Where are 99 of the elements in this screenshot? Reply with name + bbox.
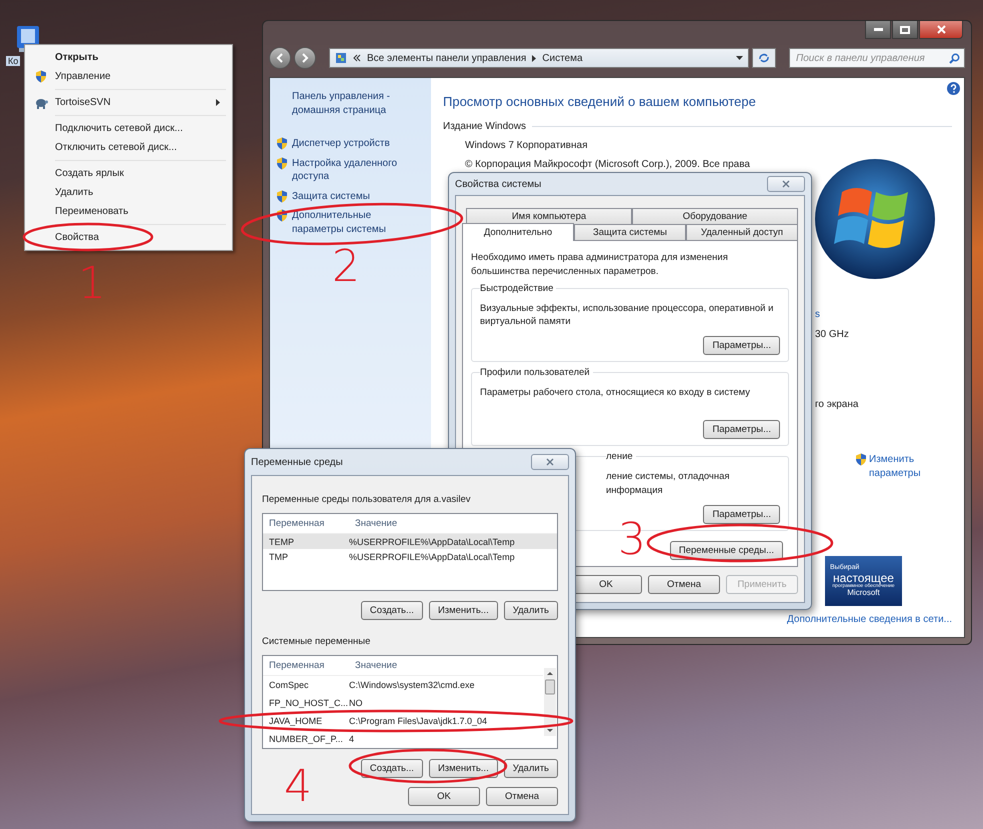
annotation-number: 2 [332,245,360,289]
group-description: Параметры рабочего стола, относящиеся ко входу в систему [480,386,752,400]
sidebar-link[interactable]: Диспетчер устройств [292,137,390,150]
variable-row[interactable]: JAVA_HOME C:\Program Files\Java\jdk1.7.0_04 [263,712,543,730]
menu-item[interactable]: Свойства [27,228,230,247]
submenu-arrow-icon [216,99,220,106]
menu-item[interactable]: Открыть [27,48,230,67]
column-header[interactable]: Переменная [263,518,349,529]
edition-text: © Корпорация Майкрософт (Microsoft Corp.), 2009. Все права [465,159,751,170]
search-icon [949,52,960,64]
dialog-button[interactable]: Отмена [486,787,558,806]
list-button[interactable]: Изменить... [428,601,498,620]
desktop-icon-label[interactable]: Ко [6,56,20,66]
settings-button[interactable]: Параметры... [703,336,780,356]
change-settings-link[interactable]: Изменить параметры [869,453,929,480]
dropdown-arrow-icon[interactable] [736,56,743,60]
sidebar-link[interactable]: Настройка удаленного доступа [292,156,425,184]
breadcrumb[interactable]: Все элементы панели управления [367,52,526,64]
back-button[interactable] [269,47,291,69]
more-info-link[interactable]: Дополнительные сведения в сети... [787,614,952,625]
page-heading: Просмотр основных сведений о вашем компьютере [443,94,757,109]
group-title: Профили пользователей [480,367,593,378]
annotation-number: 3 [618,518,646,562]
variable-row[interactable]: NUMBER_OF_P... 4 [263,730,543,748]
sidebar-link[interactable]: Защита системы [292,190,370,203]
variable-row[interactable]: ComSpec C:\Windows\system32\cmd.exe [263,676,543,694]
column-header[interactable]: Значение [349,518,557,529]
edition-text: Windows 7 Корпоративная [465,140,588,151]
refresh-icon [758,53,770,63]
minimize-button[interactable] [865,21,891,39]
address-bar[interactable]: Все элементы панели управления Система [329,48,749,68]
control-panel-icon [335,52,347,64]
list-button[interactable]: Изменить... [428,759,498,778]
menu-item[interactable]: Управление [27,67,230,86]
menu-item[interactable]: Переименовать [27,202,230,221]
list-button[interactable]: Удалить [504,601,558,620]
home-link[interactable]: Панель управления - домашняя страница [276,90,425,117]
variable-row[interactable]: TEMP %USERPROFILE%\AppData\Local\Temp [263,534,557,549]
dialog-button[interactable]: OK [408,787,480,806]
dialog-button[interactable]: Отмена [648,575,720,594]
menu-item[interactable]: Удалить [27,183,230,202]
close-icon [936,25,946,34]
info-text: го экрана [815,398,860,412]
group-description: ление системы, отладочная информация [606,470,731,497]
maximize-icon [900,26,910,34]
dialog-title: Свойства системы [455,178,542,190]
banner-text: Microsoft [847,589,880,598]
close-icon [546,458,554,466]
settings-button[interactable]: Параметры... [703,505,780,524]
group-description: Визуальные эффекты, использование процессора, оперативной и виртуальной памяти [480,302,774,328]
info-text: 30 GHz [815,328,850,342]
section-heading: Издание Windows [443,121,526,132]
variable-row[interactable]: TMP %USERPROFILE%\AppData\Local\Temp [263,549,557,564]
column-header[interactable]: Переменная [263,660,349,671]
tab[interactable]: Дополнительно [462,223,574,242]
shield-icon [276,156,288,170]
environment-variables-button[interactable]: Переменные среды... [670,541,783,560]
shield-icon [276,190,288,202]
shield-icon [276,209,288,222]
annotation-number: 4 [284,765,312,809]
close-icon [782,180,790,188]
info-text: s [815,308,821,322]
forward-button[interactable] [294,47,316,69]
menu-item[interactable]: Создать ярлык [27,164,230,183]
banner-text: настоящее [833,572,894,584]
minimize-icon [874,28,882,31]
list-button[interactable]: Создать... [360,601,423,620]
group-title: ление [606,451,636,462]
chevron-icon [353,54,361,62]
list-button[interactable]: Создать... [360,759,423,778]
section-label: Системные переменные [262,636,372,647]
section-label: Переменные среды пользователя для a.vasilev [262,494,472,505]
sidebar-link[interactable]: Дополнительные параметры системы [292,209,425,236]
variable-row[interactable]: FP_NO_HOST_C...NO [263,694,543,712]
maximize-button[interactable] [892,21,918,39]
shield-icon [855,453,867,466]
list-button[interactable]: Удалить [504,759,558,778]
flag-logo-icon [814,158,936,280]
close-button[interactable] [919,21,963,39]
shield-icon [35,70,47,83]
admin-note: Необходимо иметь права администратора для изменения большинства перечисленных параметров. [471,251,729,278]
search-field[interactable]: Поиск в панели управления [789,48,965,68]
shield-icon [276,137,288,150]
group-title: Быстродействие [480,282,556,294]
tab[interactable]: Оборудование [632,208,798,224]
breadcrumb[interactable]: Система [542,52,583,64]
help-icon[interactable] [947,82,960,95]
tab[interactable]: Удаленный доступ [686,224,798,240]
settings-button[interactable]: Параметры... [703,420,780,440]
column-header[interactable]: Значение [349,660,543,671]
tab[interactable]: Защита системы [574,224,686,240]
menu-item[interactable]: Отключить сетевой диск... [27,138,230,157]
refresh-button[interactable] [752,48,776,68]
tab[interactable]: Имя компьютера [466,208,632,224]
breadcrumb-arrow-icon [532,54,536,62]
menu-item[interactable]: TortoiseSVN [27,93,230,112]
annotation-number: 1 [78,262,106,306]
menu-item[interactable]: Подключить сетевой диск... [27,119,230,138]
dialog-title: Переменные среды [251,456,343,468]
